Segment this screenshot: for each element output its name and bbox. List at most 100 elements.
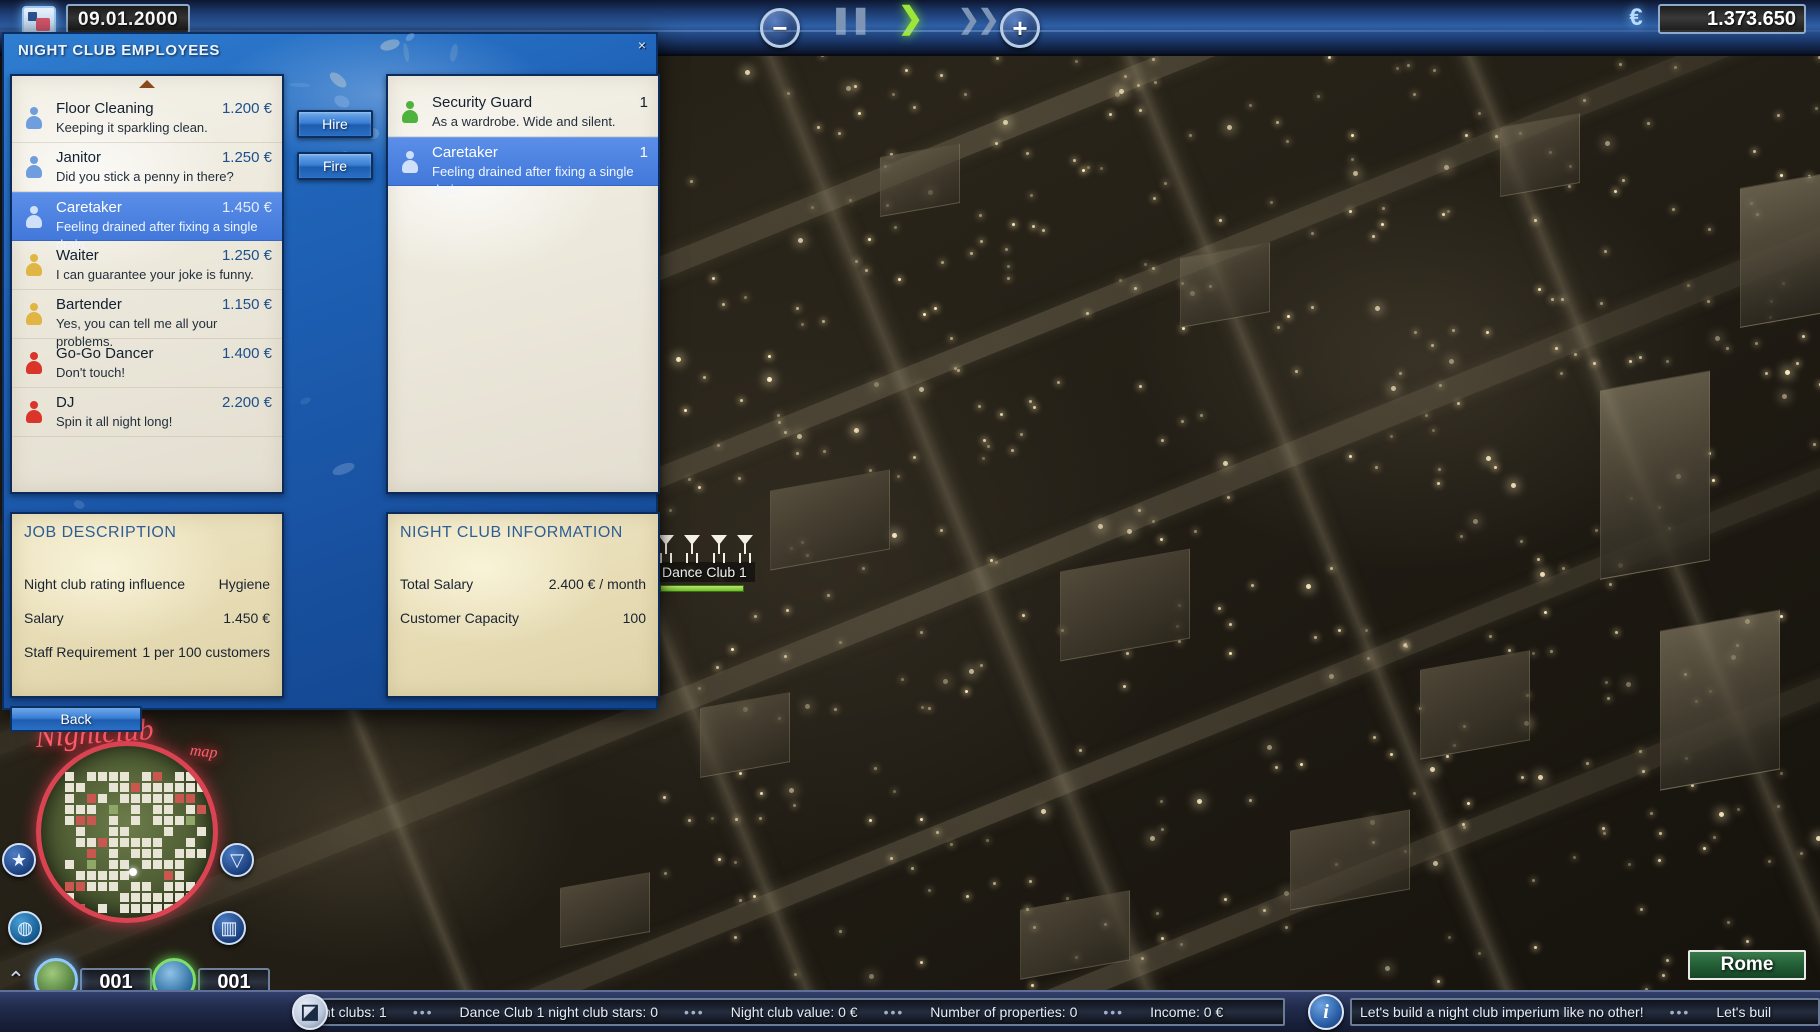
funnel-icon[interactable]: ▽ [220, 843, 254, 877]
available-employee-row[interactable]: Janitor1.250 €Did you stick a penny in t… [12, 143, 282, 192]
hired-employee-row[interactable]: Security Guard1As a wardrobe. Wide and s… [388, 88, 658, 137]
ticker-separator: ••• [387, 1004, 460, 1020]
street-light [1267, 745, 1272, 750]
star-icon[interactable]: ★ [2, 843, 36, 877]
minimap-cell [65, 882, 74, 891]
hire-button[interactable]: Hire [297, 110, 373, 138]
street-light [1478, 952, 1481, 955]
hired-employees-list[interactable]: Security Guard1As a wardrobe. Wide and s… [386, 74, 660, 494]
street-light [1275, 766, 1278, 769]
available-employees-list[interactable]: Floor Cleaning1.200 €Keeping it sparklin… [10, 74, 284, 494]
street-light [1662, 974, 1665, 977]
info-icon[interactable]: i [1308, 994, 1344, 1030]
street-light [1057, 381, 1060, 384]
employee-name: Waiter [56, 245, 99, 266]
available-employee-row[interactable]: Bartender1.150 €Yes, you can tell me all… [12, 290, 282, 339]
fire-button[interactable]: Fire [297, 152, 373, 180]
employee-name: Caretaker [432, 142, 498, 163]
street-light [901, 678, 904, 681]
street-light [1026, 152, 1029, 155]
minimap-cell [175, 882, 184, 891]
scroll-up-arrow-icon[interactable] [139, 80, 155, 88]
minimap-cell [164, 904, 173, 913]
street-light [1153, 197, 1156, 200]
status-ticker[interactable]: Night clubs: 1•••Dance Club 1 night club… [300, 998, 1285, 1026]
cocktail-glass-icon [658, 535, 674, 555]
street-light [739, 772, 742, 775]
street-light [664, 872, 667, 875]
club-info-row-capacity: Customer Capacity 100 [400, 610, 646, 626]
club-info-row-total-salary: Total Salary 2.400 € / month [400, 576, 646, 592]
street-light [1473, 519, 1478, 524]
minimap-cell [131, 904, 140, 913]
region-button-rome[interactable]: Rome [1688, 950, 1806, 980]
street-light [1715, 336, 1720, 341]
street-light [1154, 81, 1157, 84]
street-light [1031, 984, 1034, 987]
street-light [1227, 496, 1230, 499]
available-employee-row[interactable]: Waiter1.250 €I can guarantee your joke i… [12, 241, 282, 290]
speed-decrease-button[interactable]: − [760, 8, 800, 48]
globe-icon[interactable]: ◍ [8, 911, 42, 945]
chart-icon[interactable]: ▥ [212, 911, 246, 945]
street-light [1478, 112, 1481, 115]
employee-count: 1 [640, 142, 648, 163]
job-row-label: Salary [24, 610, 64, 626]
street-light [1447, 210, 1450, 213]
minimap-cell [109, 827, 118, 836]
close-icon[interactable]: × [634, 38, 650, 54]
hired-employee-row[interactable]: Caretaker1Feeling drained after fixing a… [388, 137, 658, 186]
street-light [1785, 370, 1790, 375]
street-light [987, 445, 990, 448]
hint-ticker[interactable]: Let's build a night club imperium like n… [1350, 998, 1820, 1026]
person-icon-gold [26, 254, 42, 276]
available-employee-row[interactable]: Caretaker1.450 €Feeling drained after fi… [12, 192, 282, 241]
club-marker[interactable]: Dance Club 1 [658, 535, 759, 592]
minimap-cell [120, 904, 129, 913]
street-light [1372, 235, 1375, 238]
chart-icon[interactable]: ◪ [292, 994, 328, 1030]
person-icon-blue [402, 151, 418, 173]
street-light [1413, 93, 1416, 96]
status-bar: ◪ Night clubs: 1•••Dance Club 1 night cl… [0, 990, 1820, 1032]
play-icon[interactable]: ❯ [898, 1, 921, 36]
building [880, 143, 960, 217]
minimap-cell [153, 772, 162, 781]
minimap-cell [153, 893, 162, 902]
fast-forward-icon[interactable]: ❯❯ [958, 4, 998, 35]
available-employee-row[interactable]: Floor Cleaning1.200 €Keeping it sparklin… [12, 94, 282, 143]
available-employee-row[interactable]: Go-Go Dancer1.400 €Don't touch! [12, 339, 282, 388]
street-light [1197, 799, 1202, 804]
street-light [1431, 344, 1434, 347]
street-light [919, 387, 924, 392]
available-employee-row[interactable]: DJ2.200 €Spin it all night long! [12, 388, 282, 437]
minimap-cell [164, 783, 173, 792]
street-light [1780, 615, 1783, 618]
street-light [1353, 171, 1358, 176]
back-button[interactable]: Back [10, 706, 142, 732]
street-light [1753, 150, 1756, 153]
pause-icon[interactable]: ❚❚ [830, 4, 870, 35]
window-decoration [327, 69, 349, 90]
minimap-cell [109, 849, 118, 858]
street-light [1511, 483, 1516, 488]
minimap-cell [186, 794, 195, 803]
person-icon-red [26, 401, 42, 423]
employee-price: 1.400 € [222, 343, 272, 364]
minimap-cell [120, 893, 129, 902]
street-light [1351, 134, 1354, 137]
street-light [1276, 121, 1279, 124]
building [1420, 650, 1530, 759]
street-light [1413, 792, 1416, 795]
street-light [892, 93, 895, 96]
street-light [1399, 372, 1402, 375]
speed-increase-button[interactable]: + [1000, 8, 1040, 48]
minimap[interactable] [36, 741, 218, 923]
minimap-cell [197, 783, 206, 792]
street-light [920, 961, 923, 964]
street-light [1164, 182, 1167, 185]
street-light [1508, 649, 1511, 652]
street-light [993, 882, 996, 885]
street-light [688, 478, 691, 481]
window-title: NIGHT CLUB EMPLOYEES [18, 42, 220, 59]
